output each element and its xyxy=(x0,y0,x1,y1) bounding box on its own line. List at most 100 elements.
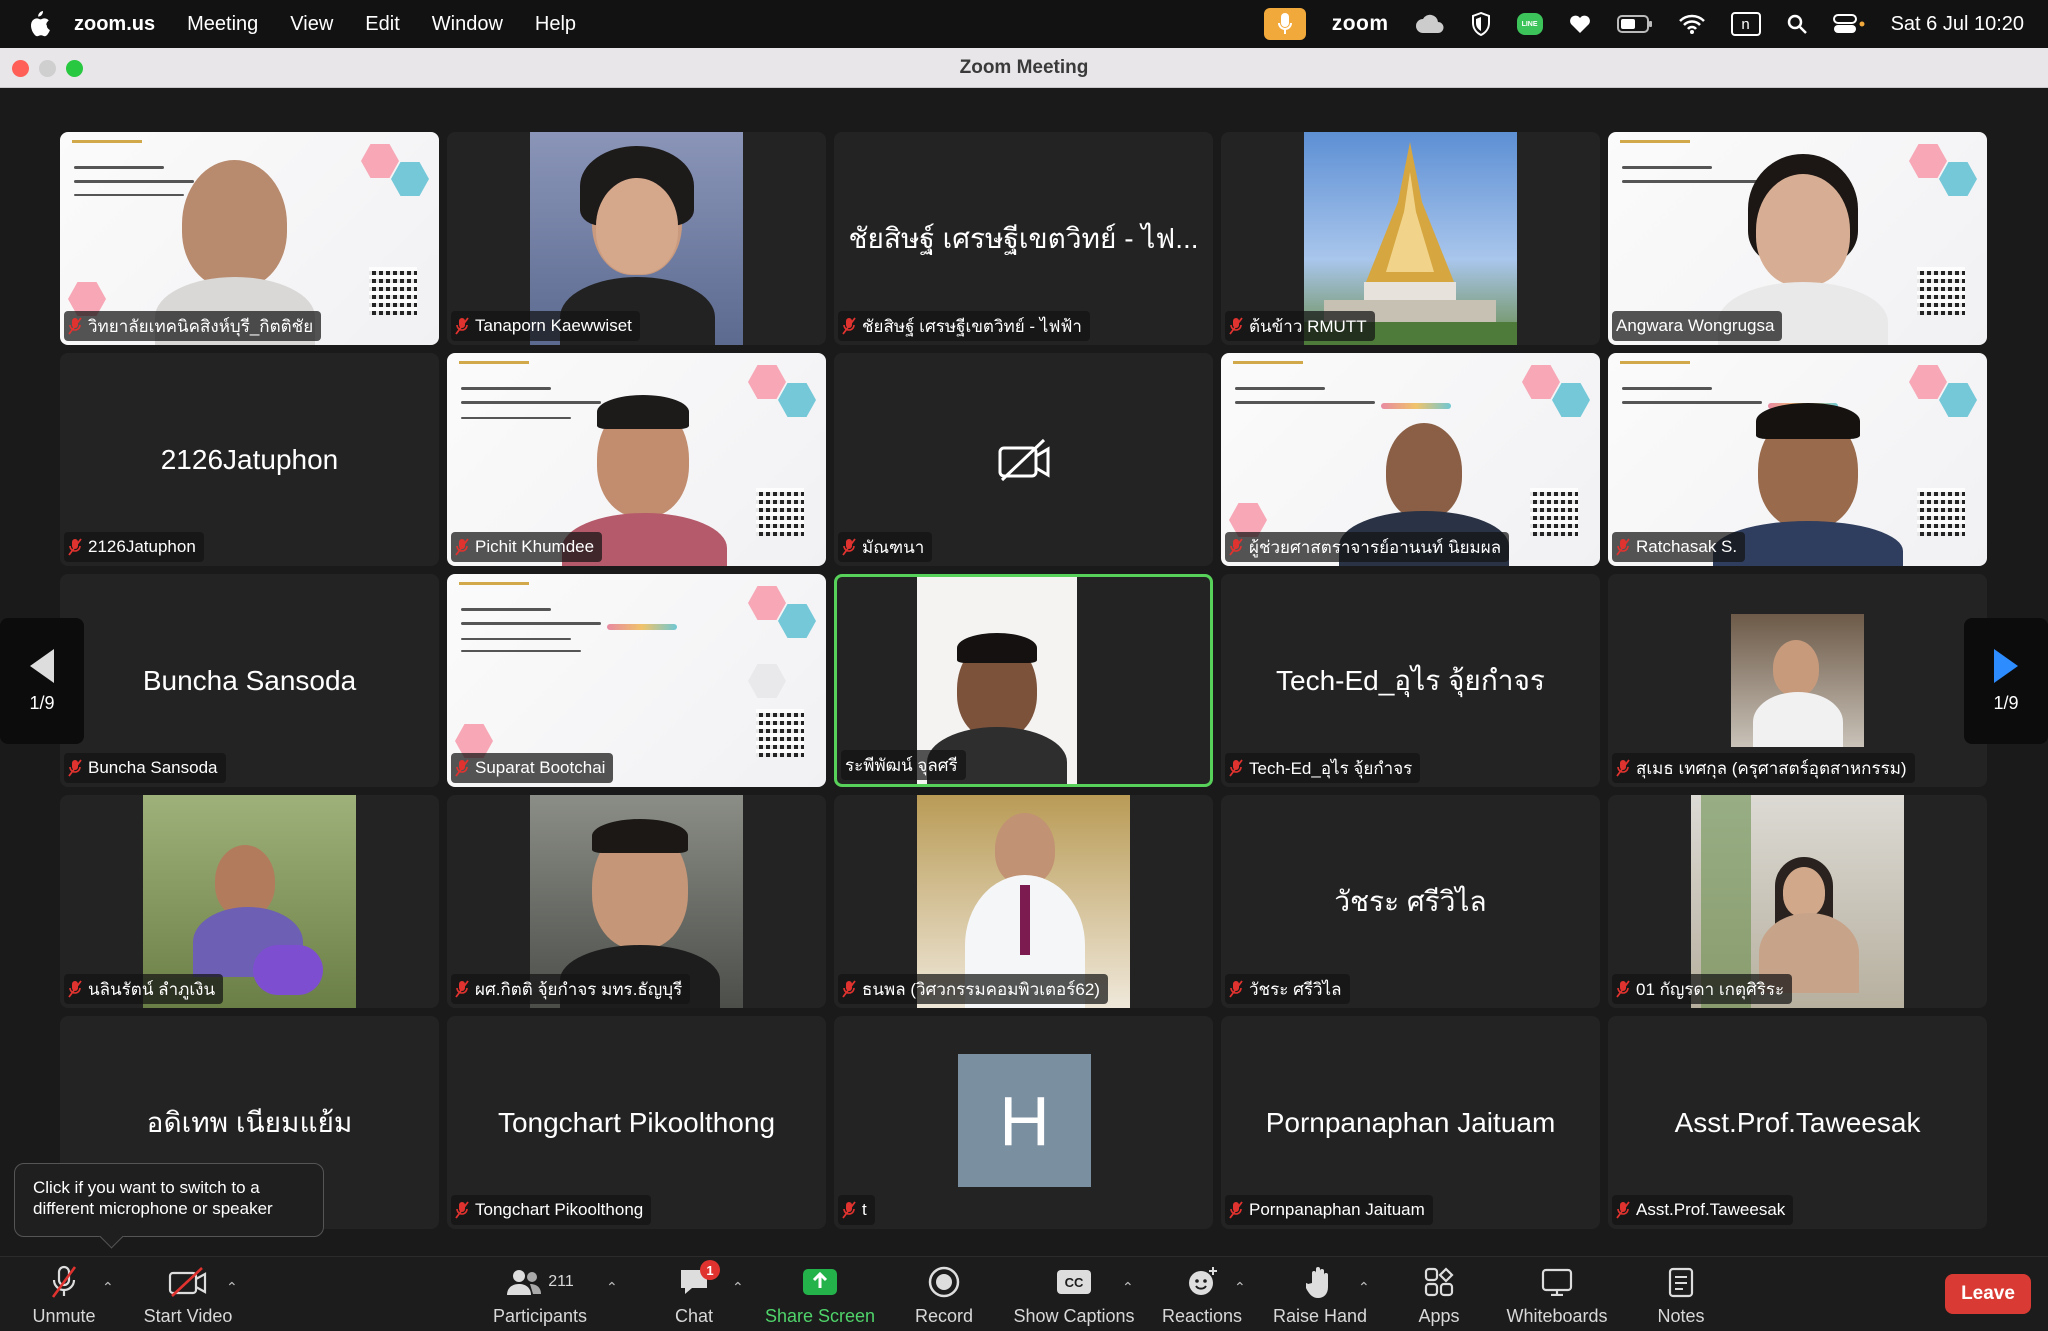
record-button[interactable]: Record xyxy=(914,1263,974,1327)
menu-window[interactable]: Window xyxy=(432,13,503,36)
window-titlebar: Zoom Meeting xyxy=(0,48,2048,88)
apple-icon[interactable] xyxy=(28,11,50,37)
participant-name-label: ผู้ช่วยศาสตราจารย์อานนท์ นิยมผล xyxy=(1225,532,1510,562)
whiteboards-button[interactable]: Whiteboards xyxy=(1504,1263,1610,1327)
leave-button[interactable]: Leave xyxy=(1945,1274,2031,1314)
slide-text-line xyxy=(461,638,571,640)
reactions-button[interactable]: Reactions xyxy=(1158,1263,1246,1327)
audio-options-chevron-icon[interactable]: ⌃ xyxy=(102,1279,114,1296)
video-options-chevron-icon[interactable]: ⌃ xyxy=(226,1279,238,1296)
participant-tile[interactable]: Angwara Wongrugsa xyxy=(1608,132,1987,345)
participants-button[interactable]: 211 Participants xyxy=(490,1263,590,1327)
audio-switch-tooltip: Click if you want to switch to a differe… xyxy=(14,1163,324,1237)
participant-tile[interactable]: ต้นข้าว RMUTT xyxy=(1221,132,1600,345)
participant-tile[interactable]: Tanaporn Kaewwiset xyxy=(447,132,826,345)
participant-tile[interactable]: Tech-Ed_อุไร จุ้ยกำจร Tech-Ed_อุไร จุ้ยก… xyxy=(1221,574,1600,787)
show-captions-button[interactable]: CC Show Captions xyxy=(1012,1263,1136,1327)
raise-hand-button[interactable]: Raise Hand xyxy=(1270,1263,1370,1327)
menubar-clock[interactable]: Sat 6 Jul 10:20 xyxy=(1891,13,2024,36)
slide-logo xyxy=(459,582,529,596)
slide-text-line xyxy=(461,417,571,419)
notes-button[interactable]: Notes xyxy=(1656,1263,1706,1327)
participant-tile[interactable]: ธนพล (วิศวกรรมคอมพิวเตอร์62) xyxy=(834,795,1213,1008)
menu-app-name[interactable]: zoom.us xyxy=(74,13,155,36)
mic-in-use-icon[interactable] xyxy=(1263,8,1306,40)
heart-icon[interactable] xyxy=(1569,14,1591,34)
line-app-icon[interactable]: LINE xyxy=(1516,13,1543,35)
participant-tile[interactable]: 2126Jatuphon 2126Jatuphon xyxy=(60,353,439,566)
participant-tile[interactable]: 01 กัญรดา เกตุศิริระ xyxy=(1608,795,1987,1008)
muted-mic-icon xyxy=(1616,1201,1630,1219)
apps-button[interactable]: Apps xyxy=(1412,1263,1466,1327)
slide-hex xyxy=(1552,383,1590,417)
cc-icon: CC xyxy=(1057,1270,1091,1294)
participant-tile[interactable]: Asst.Prof.Taweesak Asst.Prof.Taweesak xyxy=(1608,1016,1987,1229)
participant-tile[interactable]: Ratchasak S. xyxy=(1608,353,1987,566)
participants-options-chevron-icon[interactable]: ⌃ xyxy=(606,1279,618,1296)
participant-name-label: สุเมธ เทศกุล (ครุศาสตร์อุตสาหกรรม) xyxy=(1612,753,1915,783)
slide-hex xyxy=(391,162,429,196)
menubar-status-area: zoom LINE n Sat 6 Jul 10:20 xyxy=(1263,0,2024,48)
record-icon xyxy=(928,1266,960,1298)
share-screen-button[interactable]: Share Screen xyxy=(764,1263,876,1327)
qr-code xyxy=(1917,267,1965,315)
participant-name: ต้นข้าว RMUTT xyxy=(1249,316,1367,336)
participant-tile[interactable]: Suparat Bootchai xyxy=(447,574,826,787)
control-center-icon[interactable] xyxy=(1832,14,1865,34)
participant-name-label: นลินรัตน์ ลำภูเงิน xyxy=(64,974,224,1004)
participant-tile[interactable]: H t xyxy=(834,1016,1213,1229)
unmute-button[interactable]: Unmute xyxy=(30,1263,98,1327)
participants-label: Participants xyxy=(492,1306,588,1326)
participant-tile[interactable]: Tongchart Pikoolthong Tongchart Pikoolth… xyxy=(447,1016,826,1229)
participant-tile[interactable]: วัชระ ศรีวิไล วัชระ ศรีวิไล xyxy=(1221,795,1600,1008)
cloud-icon[interactable] xyxy=(1415,14,1445,34)
muted-mic-icon xyxy=(1229,759,1243,777)
muted-mic-icon xyxy=(455,317,469,335)
zoom-window-button[interactable] xyxy=(66,60,83,77)
participant-name: t xyxy=(862,1200,867,1219)
slide-text-line xyxy=(461,650,581,652)
participant-tile[interactable]: Buncha Sansoda Buncha Sansoda xyxy=(60,574,439,787)
minimize-window-button[interactable] xyxy=(39,60,56,77)
slide-logo xyxy=(1620,140,1690,154)
participant-tile[interactable]: Pichit Khumdee xyxy=(447,353,826,566)
participant-tile[interactable]: สุเมธ เทศกุล (ครุศาสตร์อุตสาหกรรม) xyxy=(1608,574,1987,787)
reactions-icon xyxy=(1189,1267,1217,1295)
participant-tile[interactable]: มัณฑนา xyxy=(834,353,1213,566)
reactions-options-chevron-icon[interactable]: ⌃ xyxy=(1234,1279,1246,1296)
slide-hex xyxy=(361,144,399,178)
unmute-label: Unmute xyxy=(32,1306,96,1326)
zoom-menubar-label[interactable]: zoom xyxy=(1332,12,1389,36)
start-video-button[interactable]: Start Video xyxy=(140,1263,236,1327)
chat-button[interactable]: 1 Chat xyxy=(666,1260,722,1327)
menu-help[interactable]: Help xyxy=(535,13,576,36)
menu-view[interactable]: View xyxy=(290,13,333,36)
chat-options-chevron-icon[interactable]: ⌃ xyxy=(732,1279,744,1296)
participant-tile[interactable]: ผู้ช่วยศาสตราจารย์อานนท์ นิยมผล xyxy=(1221,353,1600,566)
input-source-icon[interactable]: n xyxy=(1730,12,1761,36)
wifi-icon[interactable] xyxy=(1678,14,1705,34)
participant-name-label: Ratchasak S. xyxy=(1612,532,1746,562)
shield-icon[interactable] xyxy=(1471,12,1491,36)
previous-page-button[interactable]: 1/9 xyxy=(0,618,84,744)
participant-face xyxy=(1773,640,1819,696)
captions-options-chevron-icon[interactable]: ⌃ xyxy=(1122,1279,1134,1296)
close-window-button[interactable] xyxy=(12,60,29,77)
participant-tile[interactable]: Pornpanaphan Jaituam Pornpanaphan Jaitua… xyxy=(1221,1016,1600,1229)
participant-tile[interactable]: วิทยาลัยเทคนิคสิงห์บุรี_กิตติชัย xyxy=(60,132,439,345)
battery-icon[interactable] xyxy=(1616,15,1653,33)
menu-meeting[interactable]: Meeting xyxy=(187,13,258,36)
participant-name-label: ธนพล (วิศวกรรมคอมพิวเตอร์62) xyxy=(838,974,1108,1004)
participant-tile[interactable]: นลินรัตน์ ลำภูเงิน xyxy=(60,795,439,1008)
participant-name: Tanaporn Kaewwiset xyxy=(475,316,632,335)
participant-tile[interactable]: ชัยสิษฐ์ เศรษฐีเขตวิทย์ - ไฟ... ชัยสิษฐ์… xyxy=(834,132,1213,345)
active-speaker-tile[interactable]: ระพีพัฒน์ จุลศรี xyxy=(834,574,1213,787)
participant-tile[interactable]: ผศ.กิตติ จุ้ยกำจร มทร.ธัญบุรี xyxy=(447,795,826,1008)
raise-hand-options-chevron-icon[interactable]: ⌃ xyxy=(1358,1279,1370,1296)
menu-edit[interactable]: Edit xyxy=(365,13,399,36)
participant-face xyxy=(596,178,678,274)
search-icon[interactable] xyxy=(1787,14,1807,34)
participant-name-label: Pichit Khumdee xyxy=(451,532,603,562)
slide-text-line xyxy=(461,387,551,390)
next-page-button[interactable]: 1/9 xyxy=(1964,618,2048,744)
